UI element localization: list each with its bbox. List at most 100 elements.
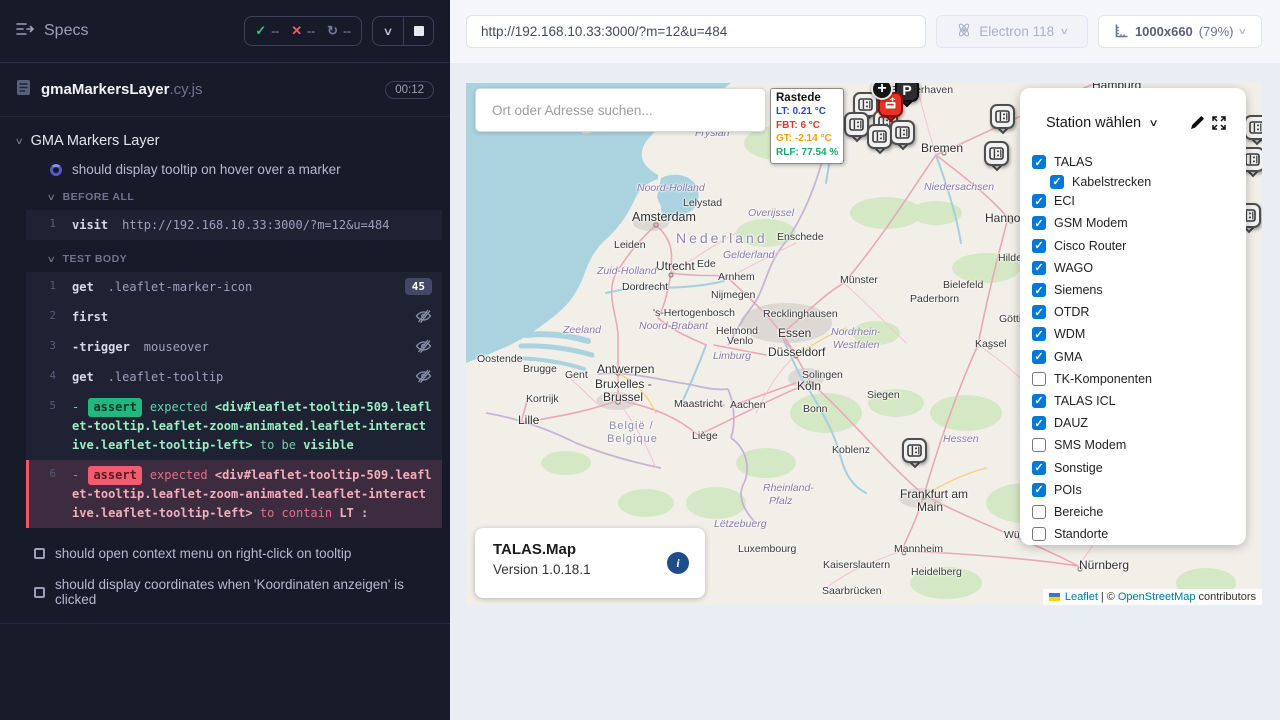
checked-checkbox[interactable]: ✓ (1032, 155, 1046, 169)
map-label: Noord-Brabant (639, 320, 708, 332)
spec-file-row[interactable]: gmaMarkersLayer.cy.js 00:12 (0, 63, 450, 117)
unchecked-checkbox[interactable] (1032, 438, 1046, 452)
checked-checkbox[interactable]: ✓ (1032, 239, 1046, 253)
test-stats: ✓-- ✕-- ↻-- (244, 16, 362, 46)
map-label: Nürnberg (1079, 558, 1129, 572)
command-row[interactable]: 1get.leaflet-marker-icon45 (26, 272, 442, 302)
checked-checkbox[interactable]: ✓ (1050, 175, 1064, 189)
station-layer-row: ✓GMA (1020, 346, 1246, 368)
unchecked-checkbox[interactable] (1032, 372, 1046, 386)
station-layer-label: Sonstige (1054, 461, 1103, 475)
map-label: Westfalen (833, 339, 880, 351)
station-layer-label: GSM Modem (1054, 216, 1128, 230)
command-row[interactable]: 1visithttp://192.168.10.33:3000/?m=12&u=… (26, 210, 442, 240)
browser-select[interactable]: Electron 118 ∨ (936, 15, 1088, 48)
checked-checkbox[interactable]: ✓ (1032, 261, 1046, 275)
app-root: Specs ✓-- ✕-- ↻-- ∨ gmaMarkersLayer.cy.j… (0, 0, 1280, 720)
map-label: Bremen (921, 141, 963, 155)
osm-link[interactable]: OpenStreetMap (1118, 591, 1196, 603)
leaflet-map[interactable]: AmsterdamNederlandLeidenUtrechtEdeArnhem… (466, 83, 1262, 605)
station-layer-label: WDM (1054, 327, 1085, 341)
map-label: Nordrhein- (831, 326, 881, 338)
stat-pending: ↻-- (327, 23, 351, 39)
station-layer-row: ✓Siemens (1020, 279, 1246, 301)
app-title: TALAS.Map (493, 541, 687, 558)
map-marker[interactable] (990, 104, 1015, 129)
ukraine-flag-icon (1049, 593, 1060, 601)
map-label: Antwerpen (597, 362, 654, 376)
collapse-all-button[interactable]: ∨ (373, 17, 403, 45)
section-test-body[interactable]: ∨ TEST BODY (0, 246, 450, 270)
pending-test-icon (34, 548, 45, 559)
search-input[interactable] (476, 103, 765, 118)
station-layer-row: ✓TALAS (1020, 151, 1246, 173)
command-row[interactable]: 3-triggermouseover (26, 332, 442, 362)
map-label: Enschede (777, 231, 824, 243)
map-marker[interactable] (902, 438, 927, 463)
checked-checkbox[interactable]: ✓ (1032, 194, 1046, 208)
app-version: Version 1.0.18.1 (493, 562, 687, 577)
station-layer-label: Bereiche (1054, 505, 1103, 519)
info-icon[interactable]: i (667, 552, 689, 574)
run-controls: ∨ (372, 16, 434, 46)
reporter-footer (0, 623, 450, 720)
station-layer-row: ✓ Sonstige (1020, 456, 1246, 478)
stat-passed: ✓-- (255, 23, 279, 39)
aut-pane: http://192.168.10.33:3000/?m=12&u=484 El… (450, 0, 1280, 720)
checked-checkbox[interactable]: ✓ (1032, 327, 1046, 341)
map-marker[interactable] (984, 141, 1009, 166)
checked-checkbox[interactable]: ✓ (1032, 461, 1046, 475)
specs-menu-icon[interactable] (16, 21, 34, 42)
map-label: Bonn (803, 403, 828, 415)
map-label: Noord-Holland (637, 182, 705, 194)
edit-pencil-icon[interactable] (1186, 112, 1208, 134)
pending-test[interactable]: should display coordinates when 'Koordin… (0, 569, 450, 615)
station-layer-label: TALAS ICL (1054, 394, 1116, 408)
expand-icon[interactable] (1208, 112, 1230, 134)
map-label: België / (609, 420, 654, 432)
checked-checkbox[interactable]: ✓ (1032, 305, 1046, 319)
map-label: Luxembourg (738, 543, 796, 555)
checked-checkbox[interactable]: ✓ (1032, 416, 1046, 430)
unchecked-checkbox[interactable] (1032, 527, 1046, 541)
pending-test[interactable]: should open context menu on right-click … (0, 538, 450, 569)
station-layer-row: ✓DAUZ (1020, 412, 1246, 434)
spec-duration: 00:12 (385, 81, 434, 99)
station-layer-label: OTDR (1054, 305, 1089, 319)
chevron-down-icon: ∨ (1238, 26, 1248, 37)
checked-checkbox[interactable]: ✓ (1032, 394, 1046, 408)
map-marker[interactable] (890, 120, 915, 145)
map-label: Belgique (607, 433, 658, 445)
element-count-badge: 45 (405, 278, 432, 295)
leaflet-link[interactable]: Leaflet (1065, 591, 1098, 603)
checked-checkbox[interactable]: ✓ (1032, 283, 1046, 297)
command-row[interactable]: 2first (26, 302, 442, 332)
specs-label[interactable]: Specs (44, 22, 88, 40)
station-layer-row: Bereiche (1020, 501, 1246, 523)
map-marker-cluster[interactable]: + (871, 83, 893, 100)
url-bar[interactable]: http://192.168.10.33:3000/?m=12&u=484 (466, 15, 926, 48)
map-label: Gent (565, 369, 588, 381)
tooltip-title: Rastede (776, 92, 838, 104)
map-label: Rheinland- (763, 482, 814, 494)
chevron-down-icon[interactable]: ∨ (1149, 118, 1159, 129)
command-row[interactable]: 4get.leaflet-tooltip (26, 362, 442, 392)
command-assert[interactable]: 5- assertexpected <div#leaflet-tooltip-5… (26, 392, 442, 460)
section-before-all[interactable]: ∨ BEFORE ALL (0, 184, 450, 208)
checked-checkbox[interactable]: ✓ (1032, 216, 1046, 230)
map-marker[interactable] (844, 112, 869, 137)
tooltip-measurement: FBT: 6 °C (776, 119, 838, 133)
command-assert[interactable]: 6- assertexpected <div#leaflet-tooltip-5… (26, 460, 442, 528)
checked-checkbox[interactable]: ✓ (1032, 350, 1046, 364)
viewport-info[interactable]: 1000x660 (79%) ∨ (1098, 15, 1262, 48)
test-active[interactable]: should display tooltip on hover over a m… (0, 155, 450, 184)
unchecked-checkbox[interactable] (1032, 505, 1046, 519)
map-marker[interactable] (867, 124, 892, 149)
electron-icon (956, 22, 972, 41)
map-marker[interactable] (1244, 115, 1262, 140)
map-label: Niedersachsen (924, 181, 994, 193)
suite-gma-markers-layer[interactable]: ∨ GMA Markers Layer (0, 127, 450, 155)
checked-checkbox[interactable]: ✓ (1032, 483, 1046, 497)
marker-tooltip[interactable]: Rastede LT: 0.21 °CFBT: 6 °CGT: -2.14 °C… (770, 88, 844, 164)
stop-button[interactable] (403, 17, 433, 45)
